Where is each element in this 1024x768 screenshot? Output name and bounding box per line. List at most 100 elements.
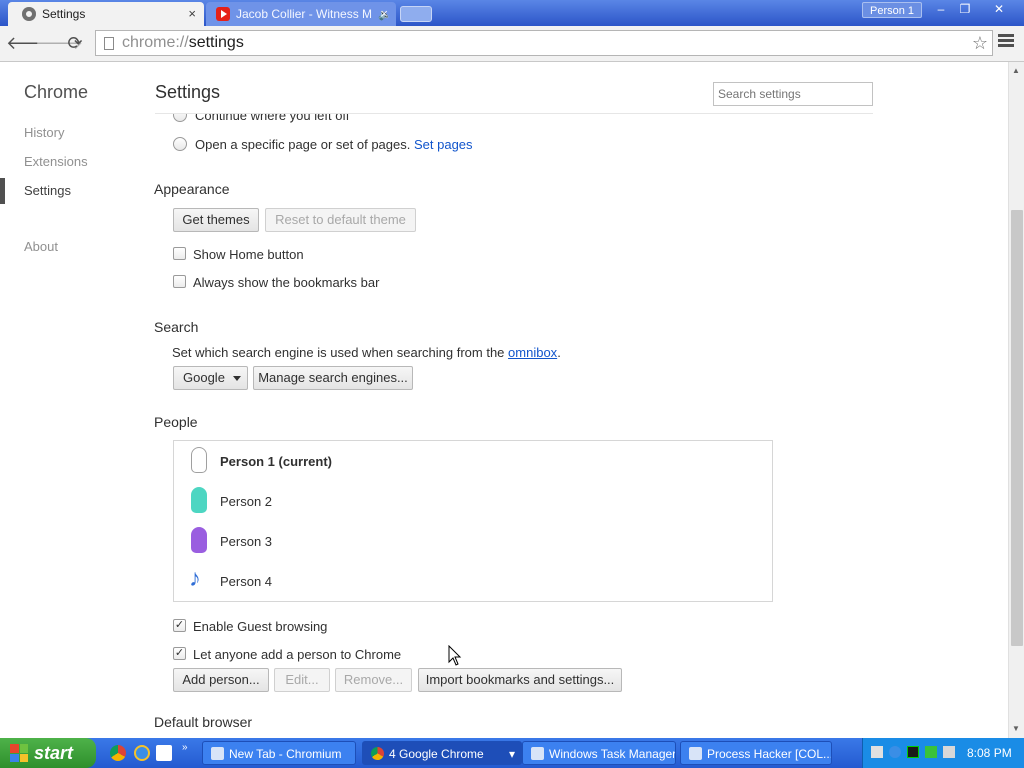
startup-open-pages-radio[interactable] <box>173 137 187 151</box>
tab-youtube[interactable]: Jacob Collier - Witness M 🔈 × <box>206 2 396 26</box>
get-themes-button[interactable]: Get themes <box>173 208 259 232</box>
system-tray: 8:08 PM <box>862 738 1024 768</box>
dropdown-arrow-icon <box>233 376 241 381</box>
omnibox[interactable]: chrome://settings ☆ <box>95 30 993 56</box>
page-scrollbar[interactable]: ▲ ▼ <box>1008 62 1024 738</box>
back-button[interactable]: 🡐 <box>6 32 54 54</box>
chrome-quicklaunch-icon[interactable] <box>110 745 126 761</box>
close-tab-icon[interactable]: × <box>188 6 196 21</box>
person-name: Person 3 <box>220 533 273 549</box>
show-home-label: Show Home button <box>193 247 304 262</box>
list-item[interactable]: Person 1 (current) <box>186 443 332 479</box>
sidebar-item-about[interactable]: About <box>24 239 58 254</box>
app-quicklaunch-icon[interactable] <box>156 745 172 761</box>
person-name: Person 2 <box>220 493 273 509</box>
startup-open-pages-text: Open a specific page or set of pages. Se… <box>195 137 473 152</box>
window-titlebar: Settings × Jacob Collier - Witness M 🔈 ×… <box>0 0 1024 26</box>
task-manager-icon <box>531 747 544 760</box>
restore-button[interactable]: ❐ <box>952 1 978 17</box>
list-item[interactable]: Person 3 <box>186 523 272 559</box>
taskbar-item-process-hacker[interactable]: Process Hacker [COL... <box>680 741 832 765</box>
profile-badge[interactable]: Person 1 <box>862 2 922 18</box>
chrome-icon <box>371 747 384 760</box>
sidebar-item-history[interactable]: History <box>24 125 64 140</box>
search-settings-input[interactable] <box>713 82 873 106</box>
search-engine-select[interactable]: Google <box>173 366 248 390</box>
gear-icon <box>22 7 36 21</box>
search-heading: Search <box>154 319 199 335</box>
clock[interactable]: 8:08 PM <box>967 746 1012 760</box>
mouse-cursor-icon <box>448 645 462 666</box>
page-icon <box>104 36 114 50</box>
scroll-up-icon[interactable]: ▲ <box>1012 66 1020 75</box>
list-item[interactable]: Person 2 <box>186 483 272 519</box>
edit-person-button[interactable]: Edit... <box>274 668 330 692</box>
anyone-add-person-label: Let anyone add a person to Chrome <box>193 647 402 662</box>
search-description: Set which search engine is used when sea… <box>172 345 561 360</box>
chromium-icon <box>211 747 224 760</box>
network-icon[interactable] <box>925 746 937 758</box>
avatar: ♪ <box>186 565 212 597</box>
browser-toolbar: 🡐 🡒 ⟳ chrome://settings ☆ <box>0 26 1024 62</box>
page-title: Settings <box>155 82 221 102</box>
windows-flag-icon <box>10 744 28 762</box>
sidebar-item-settings[interactable]: Settings <box>24 183 71 198</box>
startup-continue-radio[interactable] <box>173 114 187 122</box>
list-item[interactable]: ♪ Person 4 <box>186 563 272 599</box>
minimize-button[interactable]: – <box>928 1 954 17</box>
new-tab-button[interactable] <box>400 6 432 22</box>
process-hacker-icon <box>689 747 702 760</box>
group-dropdown-icon: ▾ <box>508 747 515 761</box>
ie-quicklaunch-icon[interactable] <box>134 745 150 761</box>
volume-icon[interactable] <box>943 746 955 758</box>
manage-search-engines-button[interactable]: Manage search engines... <box>253 366 413 390</box>
cpu-graph-icon[interactable] <box>907 746 919 758</box>
header-divider <box>155 113 873 114</box>
set-pages-link[interactable]: Set pages <box>414 137 473 152</box>
url-text: chrome://settings <box>122 34 244 51</box>
guest-browsing-label: Enable Guest browsing <box>193 619 328 634</box>
close-tab-icon[interactable]: × <box>380 6 388 21</box>
show-home-checkbox[interactable] <box>173 247 186 260</box>
omnibox-link[interactable]: omnibox <box>508 345 557 360</box>
remove-person-button[interactable]: Remove... <box>335 668 412 692</box>
reload-button[interactable]: ⟳ <box>64 32 86 54</box>
windows-taskbar: start » New Tab - Chromium 4 Google Chro… <box>0 738 1024 768</box>
add-person-button[interactable]: Add person... <box>173 668 269 692</box>
youtube-icon <box>216 7 230 21</box>
taskbar-item-google-chrome[interactable]: 4 Google Chrome ▾ <box>362 741 522 765</box>
reset-theme-button[interactable]: Reset to default theme <box>265 208 416 232</box>
close-window-button[interactable]: ✕ <box>986 1 1012 17</box>
bookmark-star-icon[interactable]: ☆ <box>972 33 988 54</box>
scroll-thumb[interactable] <box>1011 210 1023 646</box>
tab-settings[interactable]: Settings × <box>8 2 204 26</box>
forward-button[interactable]: 🡒 <box>35 32 83 54</box>
sidebar-item-extensions[interactable]: Extensions <box>24 154 88 169</box>
chrome-menu-icon[interactable] <box>998 34 1014 48</box>
startup-continue-label: Continue where you left off <box>195 108 350 123</box>
default-browser-heading: Default browser <box>154 714 253 730</box>
keyboard-icon[interactable] <box>871 746 883 758</box>
person-silhouette-icon <box>191 447 207 473</box>
music-note-icon: ♪ <box>189 565 201 592</box>
person-name: Person 4 <box>220 573 273 589</box>
tab-title: Settings <box>42 7 86 21</box>
anyone-add-person-checkbox[interactable]: ✓ <box>173 647 186 660</box>
guest-browsing-checkbox[interactable]: ✓ <box>173 619 186 632</box>
taskbar-item-task-manager[interactable]: Windows Task Manager <box>522 741 676 765</box>
appearance-heading: Appearance <box>154 181 230 197</box>
quicklaunch-overflow-icon[interactable]: » <box>182 742 188 753</box>
sidebar-title: Chrome <box>24 82 89 102</box>
scroll-down-icon[interactable]: ▼ <box>1012 724 1020 733</box>
sidebar-active-marker <box>0 178 5 204</box>
person-silhouette-icon <box>191 527 207 553</box>
tray-app-icon[interactable] <box>889 746 901 758</box>
bookmarks-bar-checkbox[interactable] <box>173 275 186 288</box>
taskbar-item-new-tab[interactable]: New Tab - Chromium <box>202 741 356 765</box>
import-bookmarks-button[interactable]: Import bookmarks and settings... <box>418 668 622 692</box>
avatar <box>186 445 212 477</box>
start-button[interactable]: start <box>0 738 96 768</box>
person-name: Person 1 (current) <box>220 453 332 469</box>
tab-title: Jacob Collier - Witness M <box>236 7 373 21</box>
people-heading: People <box>154 414 198 430</box>
